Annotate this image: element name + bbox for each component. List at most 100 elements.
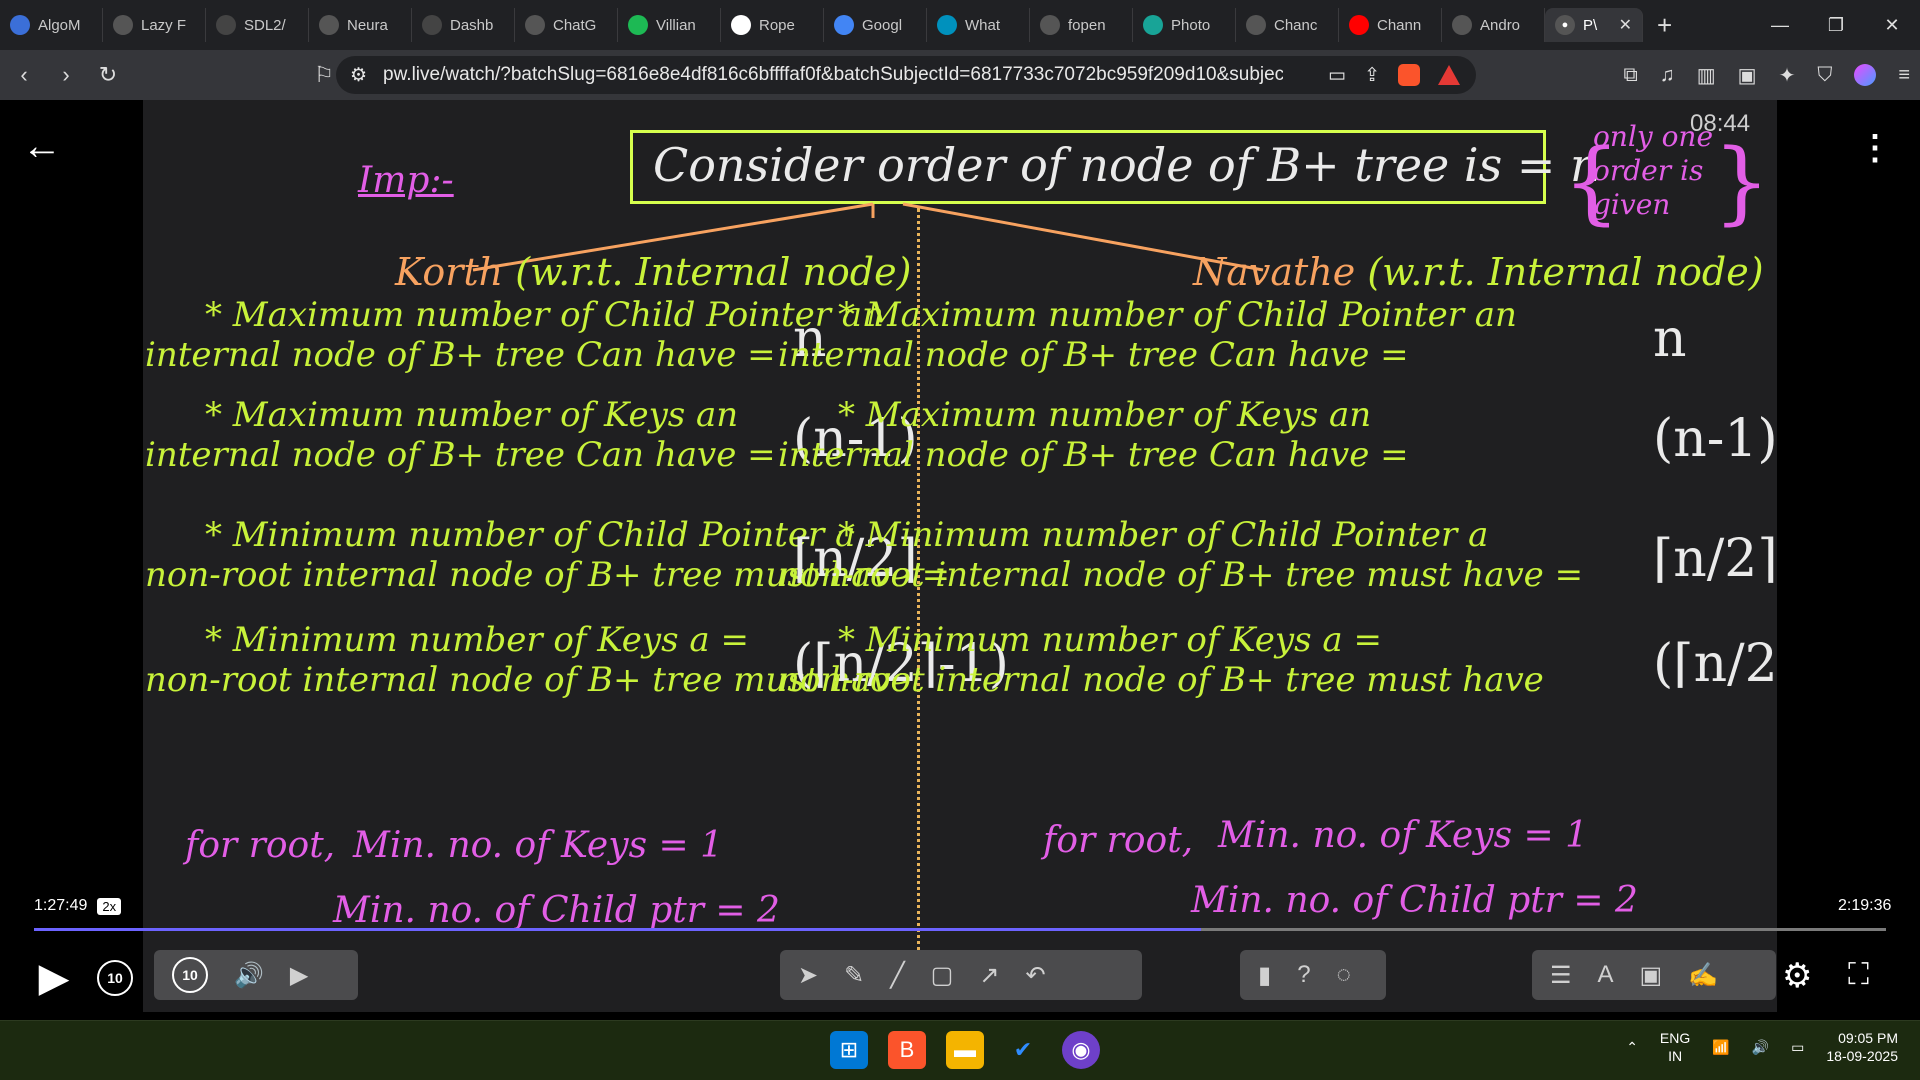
right-item-0-line1: * Maximum number of Child Pointer an: [838, 295, 1517, 335]
tab-12[interactable]: Chanc: [1236, 8, 1339, 42]
speaker-icon[interactable]: 🔊: [1752, 1039, 1769, 1056]
todo-icon[interactable]: ✔: [1004, 1031, 1042, 1069]
duration: 2:19:36: [1838, 897, 1892, 914]
pen-tool-icon[interactable]: ✎: [844, 961, 864, 990]
marker-icon[interactable]: ▮: [1258, 961, 1271, 990]
close-window-button[interactable]: ✕: [1864, 0, 1920, 50]
undo-icon[interactable]: ↶: [1025, 961, 1045, 990]
tab-active[interactable]: ● P\ ✕: [1545, 8, 1643, 42]
tab-11[interactable]: Photo: [1133, 8, 1236, 42]
minimize-button[interactable]: —: [1752, 0, 1808, 50]
pip-icon[interactable]: ▣: [1640, 961, 1663, 990]
site-settings-icon[interactable]: ⚙: [350, 64, 367, 87]
cast-icon[interactable]: ▭: [1328, 64, 1346, 87]
settings-icon[interactable]: ⚙: [1782, 956, 1812, 996]
comments-icon[interactable]: ☰: [1550, 961, 1572, 990]
volume-icon[interactable]: 🔊: [234, 961, 264, 990]
tab-label: Dashb: [450, 16, 494, 34]
fullscreen-icon[interactable]: ⛶: [1848, 958, 1869, 992]
window-controls: — ❐ ✕: [1752, 0, 1920, 50]
file-explorer-icon[interactable]: ▬: [946, 1031, 984, 1069]
right-item-1-line2: internal node of B+ tree Can have =: [778, 435, 1409, 475]
tab-1[interactable]: Lazy F: [103, 8, 206, 42]
back-arrow-icon[interactable]: ←: [22, 124, 62, 169]
leo-ai-icon[interactable]: ✦: [1779, 63, 1796, 88]
wallet-icon[interactable]: ▣: [1738, 63, 1757, 88]
reader-mode-icon[interactable]: ⧉: [1623, 64, 1637, 87]
right-item-2-line2: non-root internal node of B+ tree must h…: [778, 555, 1584, 595]
speed-badge[interactable]: 2x: [97, 897, 122, 915]
video-player[interactable]: Consider order of node of B+ tree is = n…: [0, 100, 1920, 1020]
play-icon[interactable]: ▶: [36, 956, 72, 1000]
left-item-1-line1: * Maximum number of Keys an: [205, 395, 739, 435]
pw-icon: ●: [1555, 15, 1575, 35]
next-icon[interactable]: ▶: [290, 961, 308, 990]
tab-6[interactable]: Villian: [618, 8, 721, 42]
tab-3[interactable]: Neura: [309, 8, 412, 42]
back-button[interactable]: ‹: [6, 57, 42, 93]
language-indicator[interactable]: ENG IN: [1660, 1029, 1690, 1065]
tab-label: SDL2/: [244, 16, 286, 34]
close-tab-icon[interactable]: ✕: [1619, 15, 1632, 35]
rewind-10-icon[interactable]: 10: [97, 960, 133, 996]
new-tab-button[interactable]: +: [1643, 10, 1686, 41]
tab-5[interactable]: ChatG: [515, 8, 618, 42]
whiteboard: Consider order of node of B+ tree is = n…: [143, 100, 1777, 1012]
tab-13[interactable]: Chann: [1339, 8, 1442, 42]
github-icon: [216, 15, 236, 35]
show-hidden-icons[interactable]: ⌃: [1626, 1039, 1638, 1056]
tab-9[interactable]: What: [927, 8, 1030, 42]
chatgpt-icon: [525, 15, 545, 35]
notes-icon[interactable]: ✍: [1688, 961, 1718, 990]
right-item-0-line2: internal node of B+ tree Can have =: [778, 335, 1409, 375]
sidebar-icon[interactable]: ▥: [1697, 63, 1716, 88]
github-desktop-icon[interactable]: ◉: [1062, 1031, 1100, 1069]
tab-8[interactable]: Googl: [824, 8, 927, 42]
profile-icon[interactable]: [1854, 64, 1877, 86]
tab-4[interactable]: Dashb: [412, 8, 515, 42]
menu-icon[interactable]: ≡: [1898, 64, 1910, 87]
media-icon[interactable]: ♫: [1660, 64, 1675, 87]
battery-icon[interactable]: ▭: [1791, 1039, 1804, 1056]
brave-rewards-icon[interactable]: [1438, 65, 1460, 85]
spotify-icon: [628, 15, 648, 35]
translate-icon[interactable]: A: [1598, 961, 1614, 989]
tab-0[interactable]: AlgoM: [0, 8, 103, 42]
arrow-tool-icon[interactable]: ↗: [979, 961, 999, 990]
progress-bar[interactable]: [34, 928, 1886, 931]
address-bar[interactable]: ⚙ pw.live/watch/?batchSlug=6816e8e4df816…: [336, 56, 1476, 94]
pointer-tool-icon[interactable]: ➤: [798, 961, 818, 990]
vpn-icon[interactable]: ⛉: [1817, 64, 1832, 87]
forward-button[interactable]: ›: [48, 57, 84, 93]
dashboard-icon: [422, 15, 442, 35]
system-clock[interactable]: 09:05 PM 18-09-2025: [1826, 1029, 1898, 1065]
brave-browser-icon[interactable]: B: [888, 1031, 926, 1069]
tab-label: Googl: [862, 16, 903, 34]
right-item-1-line1: * Maximum number of Keys an: [838, 395, 1372, 435]
forward-10-icon[interactable]: 10: [172, 957, 208, 993]
tab-10[interactable]: fopen: [1030, 8, 1133, 42]
help-icon[interactable]: ?: [1297, 961, 1310, 989]
wifi-icon[interactable]: 📶: [1712, 1039, 1729, 1056]
restore-button[interactable]: ❐: [1808, 0, 1864, 50]
rectangle-tool-icon[interactable]: ▢: [931, 961, 954, 990]
tab-14[interactable]: Andro: [1442, 8, 1545, 42]
arm-icon: [937, 15, 957, 35]
right-root-label: for root,: [1043, 820, 1194, 861]
tab-label: Andro: [1480, 16, 1521, 34]
tab-7[interactable]: Rope: [721, 8, 824, 42]
brave-shields-icon[interactable]: [1398, 64, 1420, 86]
more-options-icon[interactable]: ⋮: [1858, 128, 1892, 168]
chat-bubble-icon[interactable]: ◌: [1337, 961, 1351, 989]
right-root-ptrs: Min. no. of Child ptr = 2: [1191, 880, 1638, 921]
tab-2[interactable]: SDL2/: [206, 8, 309, 42]
share-icon[interactable]: ⇪: [1364, 64, 1380, 87]
start-icon[interactable]: ⊞: [830, 1031, 868, 1069]
browser-tab-strip: AlgoM Lazy F SDL2/Neura Dashb ChatG Villian Ro…: [0, 0, 1920, 50]
right-item-2-formula: ⌈n/2⌉: [1653, 529, 1777, 589]
line-tool-icon[interactable]: ╱: [890, 961, 904, 990]
reload-button[interactable]: ↻: [90, 57, 126, 93]
annotation-tools: ➤ ✎ ╱ ▢ ↗ ↶: [780, 950, 1142, 1000]
tab-label: Chann: [1377, 16, 1422, 34]
tab-label: Rope: [759, 16, 795, 34]
